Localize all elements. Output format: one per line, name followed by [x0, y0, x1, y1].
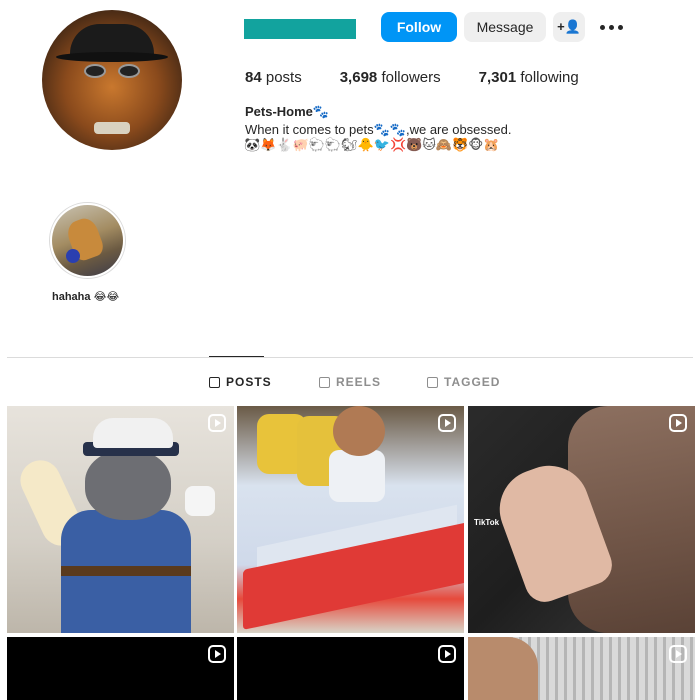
- reel-icon: [438, 645, 456, 663]
- more-options-icon[interactable]: [600, 18, 624, 36]
- profile-avatar[interactable]: [42, 10, 182, 150]
- highlight-cover: [52, 205, 123, 276]
- reels-icon: [319, 376, 330, 388]
- bio-emojis: 🐼🦊🐇🐖🐑🐑🐿🐥🐦💢🐻🐱🙈🐯🐵🐹: [244, 138, 500, 153]
- post-tile[interactable]: [468, 637, 695, 700]
- bio-text: When it comes to pets🐾🐾,we are obsessed.: [245, 122, 512, 137]
- bio-name: Pets-Home🐾: [245, 104, 330, 119]
- reel-icon: [208, 414, 226, 432]
- post-tile[interactable]: [237, 637, 464, 700]
- tiktok-watermark: TikTok: [474, 518, 500, 527]
- following-count[interactable]: 7,301 following: [479, 69, 579, 86]
- tab-reels[interactable]: REELS: [319, 375, 381, 389]
- story-highlight[interactable]: [49, 202, 126, 279]
- username-redacted: [244, 19, 356, 39]
- avatar-bowtie: [94, 122, 130, 134]
- follow-button[interactable]: Follow: [381, 12, 457, 42]
- post-tile[interactable]: [7, 406, 234, 633]
- reel-icon: [438, 414, 456, 432]
- avatar-glasses: [84, 64, 140, 78]
- reel-icon: [208, 645, 226, 663]
- tab-reels-label: REELS: [336, 375, 382, 389]
- posts-count: 84 posts: [245, 69, 302, 86]
- followers-count[interactable]: 3,698 followers: [340, 69, 441, 86]
- post-tile[interactable]: [7, 637, 234, 700]
- tab-tagged[interactable]: TAGGED: [427, 375, 500, 389]
- avatar-hat-brim: [56, 52, 168, 62]
- message-button[interactable]: Message: [464, 12, 546, 42]
- suggest-accounts-button[interactable]: +👤: [553, 12, 585, 42]
- reel-icon: [669, 645, 687, 663]
- post-tile[interactable]: [237, 406, 464, 633]
- highlight-label: hahaha 😂😂: [52, 291, 120, 303]
- tab-posts-label: POSTS: [226, 375, 272, 389]
- post-tile[interactable]: TikTok: [468, 406, 695, 633]
- reel-icon: [669, 414, 687, 432]
- tagged-icon: [427, 376, 438, 388]
- profile-stats: 84 posts 3,698 followers 7,301 following: [245, 69, 617, 86]
- grid-icon: [209, 376, 220, 388]
- active-tab-indicator: [209, 356, 264, 357]
- tabs-divider: [7, 357, 693, 358]
- tab-tagged-label: TAGGED: [444, 375, 501, 389]
- tab-posts[interactable]: POSTS: [209, 375, 272, 389]
